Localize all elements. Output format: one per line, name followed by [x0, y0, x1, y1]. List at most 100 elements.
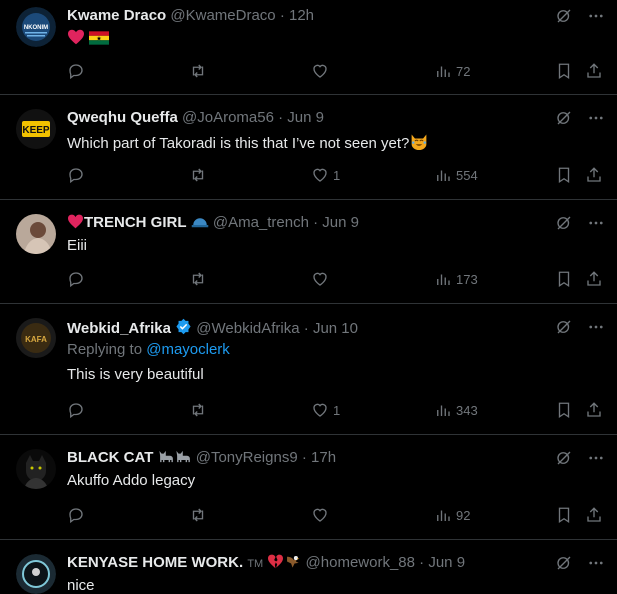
retweet-icon: [192, 403, 204, 417]
tweet-text: Akuffo Addo legacy: [67, 472, 196, 489]
handle[interactable]: @KwameDraco: [170, 7, 275, 24]
grok-icon[interactable]: [555, 214, 573, 232]
timestamp[interactable]: Jun 9: [322, 214, 359, 231]
more-icon[interactable]: [587, 7, 605, 25]
grok-icon[interactable]: [555, 7, 573, 25]
views-count: 92: [456, 507, 471, 523]
black-cat-emoji: [175, 450, 190, 463]
tweet[interactable]: KAFA Webkid_Afrika @WebkidAfrika · Jun 1…: [0, 304, 617, 435]
display-name[interactable]: TRENCH GIRL: [84, 214, 187, 231]
share-button[interactable]: [585, 401, 603, 419]
svg-text:KEEP: KEEP: [22, 125, 50, 136]
bookmark-button[interactable]: [555, 506, 573, 524]
avatar[interactable]: [16, 554, 56, 594]
share-button[interactable]: [585, 270, 603, 288]
share-button[interactable]: [585, 62, 603, 80]
grok-icon[interactable]: [555, 554, 573, 572]
timestamp[interactable]: Jun 10: [313, 320, 358, 337]
retweet-button[interactable]: [189, 506, 207, 524]
tweet-top-actions: [555, 554, 605, 572]
retweet-button[interactable]: [189, 270, 207, 288]
verified-badge-icon: [176, 318, 191, 335]
reply-button[interactable]: [67, 506, 85, 524]
bookmark-button[interactable]: [555, 166, 573, 184]
replying-to: Replying to @mayoclerk: [67, 341, 230, 358]
separator: ·: [278, 109, 284, 126]
reply-button[interactable]: [67, 401, 85, 419]
like-button[interactable]: [311, 62, 333, 80]
tweet[interactable]: KEEP Qweqhu Queffa @JoAroma56 · Jun 9 Wh…: [0, 95, 617, 200]
tweet[interactable]: BLACK CAT @TonyReigns9 · 17h Akuffo Addo…: [0, 435, 617, 540]
timestamp[interactable]: Jun 9: [287, 109, 324, 126]
grok-icon[interactable]: [555, 449, 573, 467]
bookmark-button[interactable]: [555, 401, 573, 419]
like-icon: [313, 272, 327, 286]
action-bar: 72: [67, 62, 605, 82]
reply-icon: [69, 403, 83, 419]
bookmark-icon: [558, 402, 570, 419]
like-icon: [313, 168, 327, 182]
trademark-symbol: TM: [247, 558, 264, 570]
avatar[interactable]: KAFA: [16, 318, 56, 358]
display-name[interactable]: KENYASE HOME WORK.: [67, 554, 243, 571]
more-icon[interactable]: [587, 318, 605, 336]
views-icon: [437, 66, 450, 77]
share-icon: [587, 167, 601, 182]
reply-button[interactable]: [67, 166, 85, 184]
views-button[interactable]: 92: [434, 506, 470, 524]
share-button[interactable]: [585, 166, 603, 184]
bookmark-button[interactable]: [555, 270, 573, 288]
timestamp[interactable]: Jun 9: [428, 554, 465, 571]
timestamp[interactable]: 17h: [311, 449, 336, 466]
share-button[interactable]: [585, 506, 603, 524]
timestamp[interactable]: 12h: [289, 7, 314, 24]
more-icon[interactable]: [587, 449, 605, 467]
avatar[interactable]: [16, 214, 56, 254]
grok-icon[interactable]: [555, 109, 573, 127]
reply-button[interactable]: [67, 270, 85, 288]
eagle-emoji: [287, 556, 300, 568]
grok-icon[interactable]: [555, 318, 573, 336]
avatar[interactable]: KEEP: [16, 109, 56, 149]
like-button[interactable]: 1: [311, 166, 340, 184]
like-button[interactable]: 1: [311, 401, 340, 419]
avatar[interactable]: [16, 449, 56, 489]
mention-link[interactable]: @mayoclerk: [146, 341, 230, 358]
tweet-text: Eiii: [67, 237, 88, 254]
separator: ·: [301, 449, 307, 466]
retweet-button[interactable]: [189, 62, 207, 80]
handle[interactable]: @TonyReigns9: [196, 449, 298, 466]
like-icon: [313, 64, 327, 78]
retweet-button[interactable]: [189, 166, 207, 184]
views-button[interactable]: 343: [434, 401, 478, 419]
retweet-icon: [192, 508, 204, 522]
retweet-button[interactable]: [189, 401, 207, 419]
display-name[interactable]: Webkid_Afrika: [67, 320, 171, 337]
tweet[interactable]: KENYASE HOME WORK. TM @homework_88 · Jun…: [0, 540, 617, 594]
display-name[interactable]: Kwame Draco: [67, 7, 166, 24]
reply-button[interactable]: [67, 62, 85, 80]
more-icon[interactable]: [587, 214, 605, 232]
bookmark-button[interactable]: [555, 62, 573, 80]
views-button[interactable]: 72: [434, 62, 470, 80]
like-button[interactable]: [311, 270, 333, 288]
avatar[interactable]: NKONIM: [16, 7, 56, 47]
handle[interactable]: @WebkidAfrika: [196, 320, 299, 337]
display-name[interactable]: Qweqhu Queffa: [67, 109, 178, 126]
views-icon: [437, 170, 450, 181]
more-icon[interactable]: [587, 554, 605, 572]
handle[interactable]: @homework_88: [306, 554, 415, 571]
like-button[interactable]: [311, 506, 333, 524]
handle[interactable]: @Ama_trench: [213, 214, 309, 231]
handle[interactable]: @JoAroma56: [182, 109, 274, 126]
separator: ·: [303, 320, 309, 337]
display-name[interactable]: BLACK CAT: [67, 449, 153, 466]
tweet-top-actions: [555, 7, 605, 25]
more-icon[interactable]: [587, 109, 605, 127]
tweet[interactable]: NKONIM Kwame Draco @KwameDraco · 12h 72: [0, 0, 617, 95]
views-button[interactable]: 173: [434, 270, 478, 288]
tweet-top-actions: [555, 214, 605, 232]
tweet[interactable]: TRENCH GIRL @Ama_trench · Jun 9 Eiii 173: [0, 200, 617, 304]
red-heart-emoji: [68, 29, 84, 45]
views-button[interactable]: 554: [434, 166, 478, 184]
